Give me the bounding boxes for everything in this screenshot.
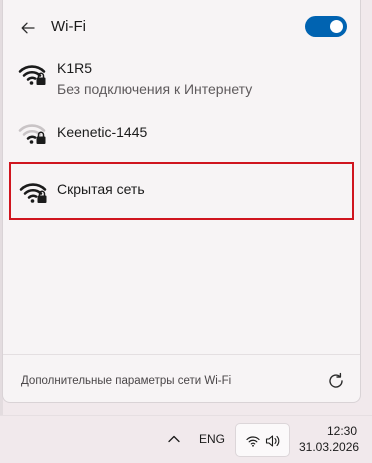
wifi-toggle-knob xyxy=(330,20,343,33)
language-indicator[interactable]: ENG xyxy=(199,432,225,446)
footer-divider xyxy=(3,354,360,355)
network-item-k1r5[interactable]: K1R5 Без подключения к Интернету xyxy=(3,52,360,105)
wifi-panel-header: Wi-Fi xyxy=(3,0,360,52)
wifi-secured-icon xyxy=(19,183,47,203)
clock-time: 12:30 xyxy=(326,424,357,438)
back-button[interactable] xyxy=(15,15,41,41)
volume-icon xyxy=(265,435,280,447)
chevron-up-icon xyxy=(168,435,180,443)
refresh-button[interactable] xyxy=(323,368,349,394)
wifi-flyout-panel: Wi-Fi K1R5 Без подключения к Интернету K… xyxy=(2,0,361,403)
wifi-toggle[interactable] xyxy=(305,16,347,37)
clock-date: 31.03.2026 xyxy=(299,440,360,454)
network-item-keenetic-1445[interactable]: Keenetic-1445 xyxy=(3,105,360,161)
back-arrow-icon xyxy=(21,22,35,34)
wifi-panel-title: Wi-Fi xyxy=(51,18,86,35)
network-name: Скрытая сеть xyxy=(57,181,145,197)
network-volume-tray-button[interactable] xyxy=(235,423,290,457)
network-item-hidden[interactable]: Скрытая сеть xyxy=(9,162,354,220)
wifi-secured-icon xyxy=(18,124,46,144)
wifi-secured-icon xyxy=(18,65,46,85)
taskbar: ENG 12:30 31.03.2026 xyxy=(0,415,372,463)
clock[interactable]: 12:30 31.03.2026 xyxy=(299,423,360,455)
more-wifi-settings-link[interactable]: Дополнительные параметры сети Wi-Fi xyxy=(21,375,231,387)
refresh-icon xyxy=(329,372,343,388)
wifi-icon xyxy=(246,436,260,447)
show-hidden-icons-button[interactable] xyxy=(165,430,183,448)
network-status: Без подключения к Интернету xyxy=(57,81,253,97)
network-list: K1R5 Без подключения к Интернету Keeneti… xyxy=(3,52,360,161)
network-name: Keenetic-1445 xyxy=(57,124,148,140)
network-name: K1R5 xyxy=(57,60,93,76)
